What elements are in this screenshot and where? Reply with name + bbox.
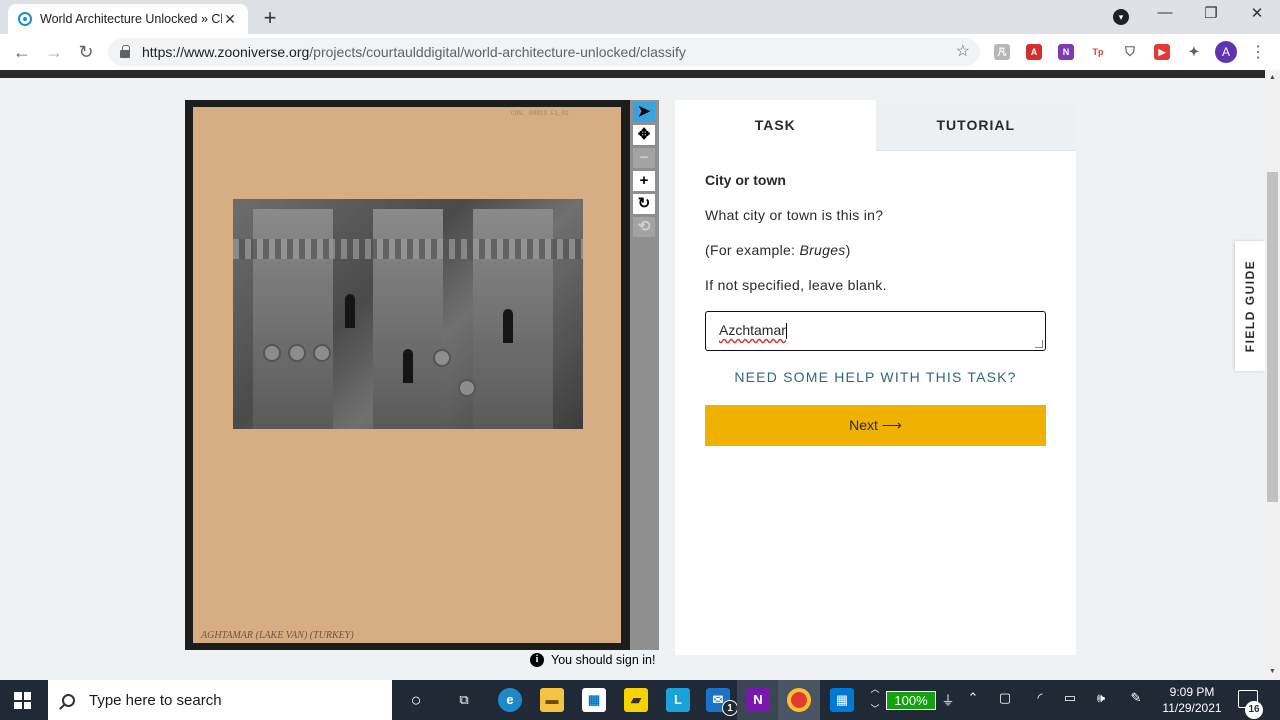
- task-view-icon[interactable]: ⧉: [452, 688, 476, 712]
- store-icon[interactable]: ▦: [582, 688, 606, 712]
- card-stamp: CON. 00819 F1_01: [511, 110, 569, 117]
- reset-view-icon[interactable]: ⟲: [633, 217, 655, 237]
- task-help-link[interactable]: NEED SOME HELP WITH THIS TASK?: [705, 369, 1046, 385]
- tray-up-icon[interactable]: ︿: [865, 682, 885, 695]
- cortana-icon[interactable]: ○: [404, 688, 428, 712]
- restore-icon[interactable]: ❐: [1196, 4, 1226, 22]
- classify-page: CON. 00819 F1_01 AGHTAMAR (LAKE VAN) (TU…: [0, 78, 1265, 680]
- show-hidden-icons[interactable]: ⌃: [963, 690, 983, 706]
- tab-title: World Architecture Unlocked » Cl: [40, 12, 222, 26]
- pointer-tool-icon[interactable]: ➤: [633, 102, 655, 122]
- extensions-puzzle-icon[interactable]: ✦: [1186, 44, 1202, 60]
- blank-note: If not specified, leave blank.: [705, 277, 887, 293]
- zooniverse-favicon-icon: [18, 12, 32, 26]
- question-example: (For example: Bruges): [705, 242, 851, 258]
- url-path: /projects/courtaulddigital/world-archite…: [309, 44, 686, 60]
- edge-icon[interactable]: e: [498, 688, 522, 712]
- rotate-icon[interactable]: ↻: [633, 194, 655, 214]
- city-answer-input[interactable]: Azchtamar: [705, 311, 1046, 351]
- windows-start-icon[interactable]: [14, 692, 31, 709]
- zoom-in-icon[interactable]: +: [633, 171, 655, 191]
- extension-icon[interactable]: 凡: [994, 44, 1010, 60]
- pan-tool-icon[interactable]: ✥: [633, 125, 655, 145]
- back-icon[interactable]: ←: [10, 40, 34, 64]
- address-bar[interactable]: https://www.zooniverse.org/projects/cour…: [108, 38, 980, 66]
- lock-icon: [120, 45, 130, 58]
- taskbar-search-placeholder: Type here to search: [89, 691, 222, 709]
- new-tab-button[interactable]: +: [258, 5, 282, 31]
- video-extension-icon[interactable]: ▶: [1154, 44, 1170, 60]
- sticky-notes-icon[interactable]: ▰: [624, 688, 648, 712]
- onenote-icon[interactable]: N: [746, 688, 770, 712]
- scroll-up-icon[interactable]: ▲: [1265, 74, 1280, 81]
- forward-icon[interactable]: →: [42, 40, 66, 64]
- notification-count: 16: [1245, 701, 1263, 719]
- answer-value: Azchtamar: [719, 322, 786, 338]
- profile-avatar[interactable]: A: [1215, 41, 1237, 63]
- network-icon[interactable]: ▢: [995, 690, 1015, 706]
- task-tabs: TASK TUTORIAL: [675, 100, 1076, 151]
- taskbar-search-box[interactable]: Type here to search: [48, 680, 392, 720]
- sign-in-notice[interactable]: i You should sign in!: [530, 653, 655, 667]
- scroll-down-icon[interactable]: ▼: [1265, 668, 1280, 675]
- browser-tab[interactable]: World Architecture Unlocked » Cl ✕: [8, 4, 248, 34]
- tab-task[interactable]: TASK: [675, 100, 876, 151]
- task-body: City or town What city or town is this i…: [675, 151, 1076, 464]
- task-panel: TASK TUTORIAL City or town What city or …: [675, 100, 1076, 655]
- browser-tab-bar: World Architecture Unlocked » Cl ✕ + ▾ —…: [0, 0, 1280, 34]
- mail-badge: 1: [722, 700, 738, 716]
- file-explorer-icon[interactable]: ▬: [540, 688, 564, 712]
- question-text: What city or town is this in?: [705, 207, 884, 223]
- power-plug-icon[interactable]: ⏚: [938, 690, 958, 709]
- page-scrollbar[interactable]: ▲ ▼: [1265, 70, 1280, 680]
- site-header-edge: [0, 70, 1265, 78]
- subject-viewer[interactable]: CON. 00819 F1_01 AGHTAMAR (LAKE VAN) (TU…: [185, 100, 631, 650]
- sign-in-text: You should sign in!: [551, 653, 656, 667]
- minimize-icon[interactable]: —: [1150, 4, 1180, 21]
- clock-date: 11/29/2021: [1162, 701, 1222, 715]
- tab-close-icon[interactable]: ✕: [222, 11, 238, 28]
- calendar-icon[interactable]: ▦: [830, 688, 854, 712]
- image-toolbar: ➤ ✥ − + ↻ ⟲: [630, 100, 659, 650]
- battery-icon[interactable]: ▭: [1060, 690, 1080, 706]
- subject-photo: [233, 199, 583, 429]
- wifi-icon[interactable]: ◜: [1030, 690, 1050, 706]
- pen-icon[interactable]: ✎: [1126, 690, 1146, 706]
- info-icon: i: [530, 653, 544, 667]
- example-value: Bruges: [799, 242, 846, 258]
- search-icon: [62, 693, 75, 707]
- tray-down-icon[interactable]: ﹀: [865, 702, 885, 715]
- zoom-out-icon[interactable]: −: [633, 148, 655, 168]
- field-guide-label: FIELD GUIDE: [1243, 259, 1257, 353]
- volume-icon[interactable]: 🕪: [1091, 690, 1111, 706]
- next-button[interactable]: Next ⟶: [705, 405, 1046, 446]
- l-app-icon[interactable]: L: [666, 688, 690, 712]
- field-guide-tab[interactable]: FIELD GUIDE: [1235, 241, 1265, 371]
- url-host: https://www.zooniverse.org: [142, 44, 310, 60]
- taskbar-clock[interactable]: 9:09 PM 11/29/2021: [1152, 684, 1232, 716]
- clock-time: 9:09 PM: [1169, 685, 1215, 699]
- chrome-icon[interactable]: [787, 688, 811, 712]
- onenote-extension-icon[interactable]: N: [1058, 44, 1074, 60]
- pdf-extension-icon[interactable]: A: [1026, 44, 1042, 60]
- tp-extension-icon[interactable]: Tp: [1090, 44, 1106, 60]
- resize-handle[interactable]: [1035, 340, 1043, 348]
- archive-card: CON. 00819 F1_01 AGHTAMAR (LAKE VAN) (TU…: [193, 107, 621, 643]
- windows-taskbar: Type here to search ○ ⧉ e ▬ ▦ ▰ L ✉ 1 N …: [0, 680, 1280, 720]
- window-close-icon[interactable]: ✕: [1242, 4, 1272, 22]
- reload-icon[interactable]: ↻: [74, 40, 98, 64]
- browser-toolbar: ← → ↻ https://www.zooniverse.org/project…: [0, 34, 1280, 70]
- browser-menu-icon[interactable]: ⋮: [1250, 42, 1266, 62]
- bookmark-star-icon[interactable]: ☆: [956, 41, 970, 61]
- battery-badge[interactable]: 100%: [886, 691, 936, 710]
- shield-extension-icon[interactable]: ⛉: [1122, 44, 1138, 60]
- tab-tutorial[interactable]: TUTORIAL: [875, 100, 1076, 151]
- tab-search-icon[interactable]: ▾: [1113, 9, 1129, 25]
- question-title: City or town: [705, 172, 786, 188]
- card-caption: AGHTAMAR (LAKE VAN) (TURKEY): [201, 630, 354, 641]
- scroll-thumb[interactable]: [1267, 172, 1278, 502]
